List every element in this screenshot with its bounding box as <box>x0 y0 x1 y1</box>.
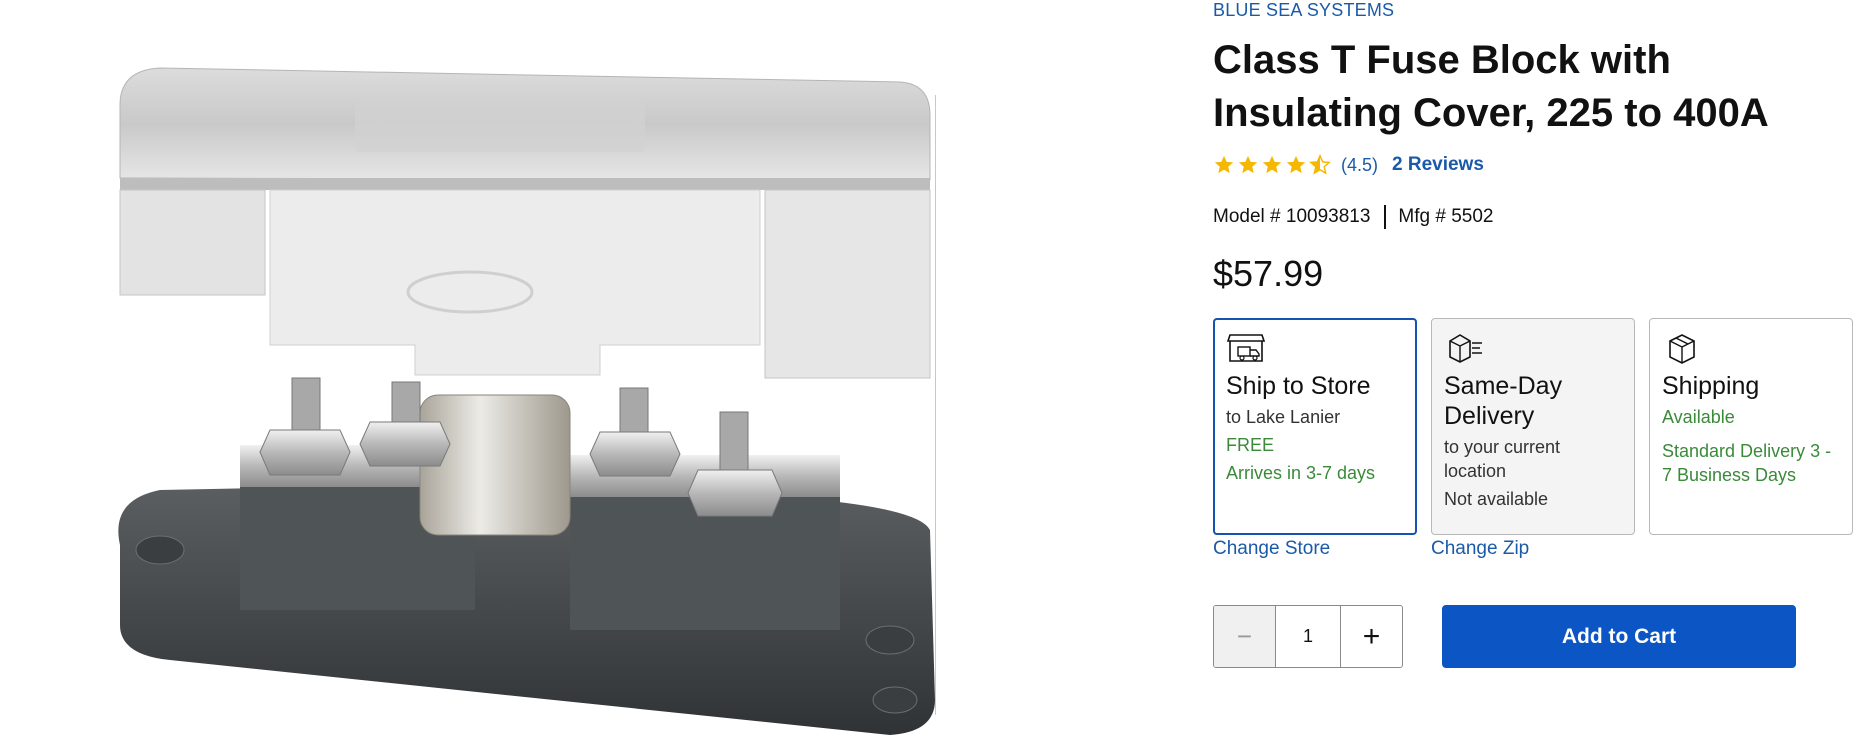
fulfillment-title: Same-Day Delivery <box>1444 372 1563 430</box>
change-zip-link[interactable]: Change Zip <box>1431 538 1529 560</box>
mfg-number: Mfg # 5502 <box>1398 206 1494 227</box>
fulfillment-availability: Available <box>1662 407 1735 427</box>
model-info: Model # 10093813 Mfg # 5502 <box>1213 205 1494 229</box>
model-number: Model # 10093813 <box>1213 206 1371 227</box>
fulfillment-availability: Not available <box>1444 489 1549 509</box>
product-page: BLUE SEA SYSTEMS Class T Fuse Block with… <box>0 0 1867 735</box>
fast-box-icon <box>1449 334 1482 363</box>
product-title: Class T Fuse Block with Insulating Cover… <box>1213 38 1769 135</box>
change-store-link[interactable]: Change Store <box>1213 538 1330 560</box>
fulfillment-location: to your current location <box>1444 437 1561 481</box>
quantity-input[interactable]: 1 <box>1276 606 1340 667</box>
fulfillment-eta: Standard Delivery 3 - 7 Business Days <box>1662 441 1832 485</box>
star-half-icon <box>1309 154 1331 175</box>
fulfillment-card-ship-to-store[interactable]: Ship to Store to Lake Lanier FREE Arrive… <box>1213 318 1417 535</box>
star-full-icon <box>1286 155 1306 174</box>
fulfillment-price: FREE <box>1226 435 1275 455</box>
fulfillment-title: Ship to Store <box>1226 372 1371 400</box>
rating-row[interactable]: (4.5) 2 Reviews <box>1213 152 1484 178</box>
star-full-icon <box>1238 155 1258 174</box>
add-to-cart-button[interactable]: Add to Cart <box>1442 605 1796 668</box>
store-truck-icon <box>1226 334 1266 362</box>
star-full-icon <box>1214 155 1234 174</box>
fulfillment-card-same-day[interactable]: Same-Day Delivery to your current locati… <box>1431 318 1635 535</box>
brand-link[interactable]: BLUE SEA SYSTEMS <box>1213 0 1394 21</box>
quantity-decrease-button[interactable]: − <box>1214 606 1276 667</box>
quantity-increase-button[interactable]: + <box>1340 606 1402 667</box>
fulfillment-store-name: to Lake Lanier <box>1226 407 1341 427</box>
rating-value: (4.5) <box>1341 154 1379 175</box>
product-details: BLUE SEA SYSTEMS Class T Fuse Block with… <box>1213 0 1853 735</box>
star-full-icon <box>1262 155 1282 174</box>
fulfillment-title: Shipping <box>1662 372 1760 400</box>
price: $57.99 <box>1213 253 1324 294</box>
quantity-stepper: − 1 + <box>1213 605 1403 668</box>
fulfillment-eta: Arrives in 3-7 days <box>1226 463 1376 483</box>
fulfillment-card-shipping[interactable]: Shipping Available Standard Delivery 3 -… <box>1649 318 1853 535</box>
product-image[interactable] <box>100 60 940 735</box>
star-rating <box>1213 154 1331 176</box>
model-separator <box>1384 205 1387 229</box>
reviews-link[interactable]: 2 Reviews <box>1392 154 1484 176</box>
box-icon <box>1669 334 1695 364</box>
image-divider <box>935 95 936 715</box>
